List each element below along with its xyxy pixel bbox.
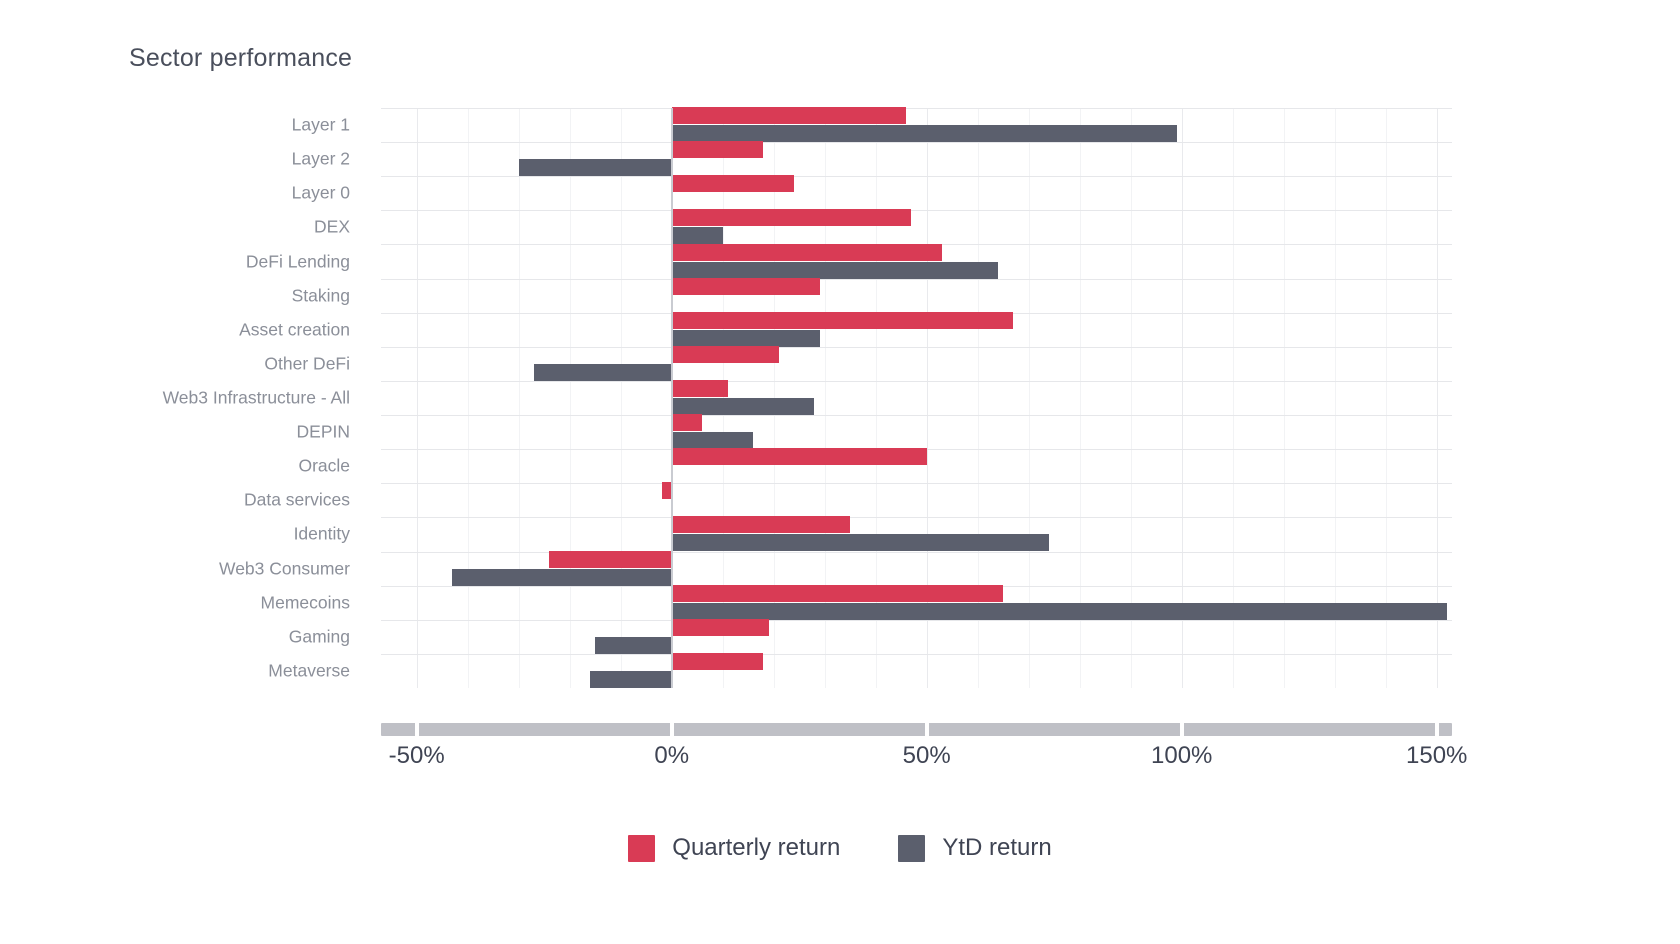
- y-axis-label: Gaming: [288, 626, 350, 647]
- bar-quarterly-return[interactable]: [671, 414, 703, 432]
- bar-ytd-return[interactable]: [595, 636, 672, 654]
- bar-ytd-return[interactable]: [671, 534, 1050, 552]
- legend-label: Quarterly return: [672, 834, 841, 861]
- bar-row: [381, 652, 1452, 688]
- axis-track-divider: [1434, 723, 1439, 736]
- y-axis-label: Other DeFi: [264, 353, 350, 374]
- y-axis-label: Metaverse: [268, 660, 350, 681]
- bar-row: [381, 482, 1452, 516]
- bar-ytd-return[interactable]: [590, 670, 672, 688]
- x-axis-tick-labels: -50% 0% 50% 100% 150%: [0, 742, 1680, 782]
- y-axis-label: Web3 Infrastructure - All: [162, 387, 350, 408]
- square-swatch: [628, 834, 656, 862]
- bar-ytd-return[interactable]: [534, 363, 672, 381]
- x-axis-tick-label: -50%: [388, 742, 445, 769]
- bar-row: [381, 516, 1452, 552]
- y-axis-label: DeFi Lending: [245, 251, 350, 272]
- page-title: Sector performance: [129, 44, 353, 72]
- y-axis-label: Staking: [291, 285, 350, 306]
- bar-row: [381, 175, 1452, 209]
- x-axis-tick-label: 150%: [1405, 742, 1468, 769]
- axis-track-divider: [669, 723, 674, 736]
- bar-row: [381, 584, 1452, 620]
- axis-track-divider: [1179, 723, 1184, 736]
- zero-baseline: [670, 108, 673, 688]
- legend-label: YtD return: [942, 834, 1052, 861]
- bar-quarterly-return[interactable]: [671, 277, 820, 295]
- x-axis-track[interactable]: [381, 723, 1452, 736]
- bar-row: [381, 618, 1452, 654]
- y-axis-label: Layer 0: [291, 182, 350, 203]
- bar-row: [381, 345, 1452, 381]
- legend-item[interactable]: Quarterly return: [628, 834, 840, 862]
- bar-row: [381, 380, 1452, 415]
- bar-ytd-return[interactable]: [671, 602, 1447, 620]
- bar-ytd-return[interactable]: [671, 125, 1177, 143]
- bar-ytd-return[interactable]: [671, 432, 754, 450]
- axis-track-divider: [924, 723, 929, 736]
- bar-row: [381, 107, 1452, 143]
- bar-row: [381, 141, 1452, 177]
- bar-quarterly-return[interactable]: [671, 516, 851, 534]
- axis-track-divider: [414, 723, 419, 736]
- bar-quarterly-return[interactable]: [671, 311, 1014, 329]
- bar-quarterly-return[interactable]: [671, 618, 769, 636]
- y-axis-category-labels: Layer 1 Layer 2 Layer 0 DEX DeFi Lending Stak…: [0, 108, 366, 688]
- y-axis-label: Oracle: [298, 455, 350, 476]
- x-axis-tick-label: 0%: [654, 742, 690, 769]
- bar-quarterly-return[interactable]: [671, 584, 1004, 602]
- x-axis-tick-label: 100%: [1150, 742, 1213, 769]
- bar-quarterly-return[interactable]: [671, 175, 795, 193]
- bar-quarterly-return[interactable]: [671, 243, 942, 261]
- bar-quarterly-return[interactable]: [671, 209, 912, 227]
- bar-ytd-return[interactable]: [671, 329, 820, 347]
- y-axis-label: Web3 Consumer: [219, 558, 350, 579]
- bar-ytd-return[interactable]: [671, 398, 815, 415]
- bar-quarterly-return[interactable]: [671, 652, 764, 670]
- bar-quarterly-return[interactable]: [549, 550, 672, 568]
- bar-ytd-return[interactable]: [671, 227, 723, 245]
- chart-legend: Quarterly return YtD return: [0, 834, 1680, 862]
- bar-quarterly-return[interactable]: [671, 107, 907, 125]
- chart-page: Sector performance Layer 1 Layer 2 Layer 0…: [0, 0, 1680, 944]
- bar-row: [381, 311, 1452, 347]
- bar-quarterly-return[interactable]: [671, 380, 728, 397]
- square-swatch: [898, 834, 926, 862]
- y-axis-label: Data services: [243, 489, 350, 510]
- x-axis-tick-label: 50%: [902, 742, 951, 769]
- bar-ytd-return[interactable]: [671, 261, 999, 279]
- y-axis-label: DEPIN: [296, 421, 350, 442]
- plot-area: [381, 107, 1452, 688]
- bar-row: [381, 414, 1452, 450]
- y-axis-label: Identity: [293, 523, 350, 544]
- bar-row: [381, 209, 1452, 245]
- bar-ytd-return[interactable]: [452, 568, 672, 586]
- bar-rows: [381, 107, 1452, 688]
- bar-quarterly-return[interactable]: [671, 448, 927, 466]
- y-axis-label: Layer 2: [291, 148, 350, 169]
- y-axis-label: Layer 1: [291, 114, 350, 135]
- bar-row: [381, 448, 1452, 482]
- legend-item[interactable]: YtD return: [898, 834, 1052, 862]
- bar-row: [381, 550, 1452, 586]
- y-axis-label: Memecoins: [260, 592, 350, 613]
- y-axis-label: DEX: [314, 216, 350, 237]
- bar-quarterly-return[interactable]: [671, 345, 779, 363]
- bar-quarterly-return[interactable]: [671, 141, 764, 159]
- bar-row: [381, 243, 1452, 279]
- bar-ytd-return[interactable]: [518, 159, 672, 177]
- y-axis-label: Asset creation: [239, 319, 350, 340]
- bar-row: [381, 277, 1452, 312]
